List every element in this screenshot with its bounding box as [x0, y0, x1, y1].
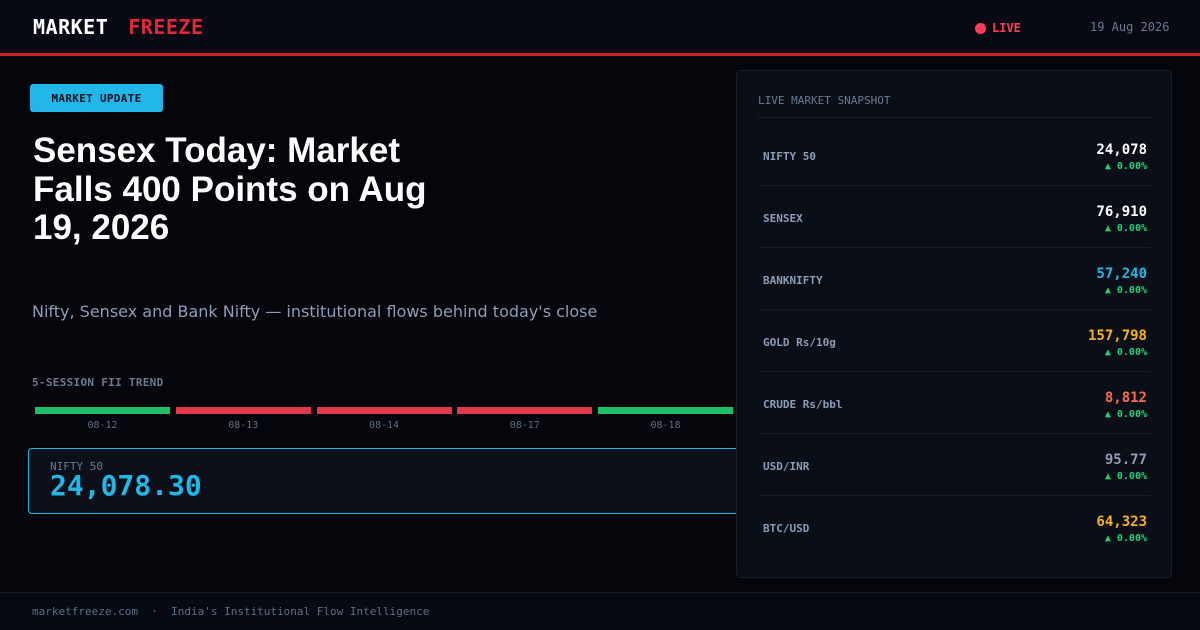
footer: marketfreeze.com · India's Institutional…	[0, 592, 1200, 630]
snapshot-row-value: 24,078	[1096, 142, 1147, 158]
snapshot-row[interactable]: BANKNIFTY 57,240 ▲ 0.00%	[758, 248, 1151, 310]
snapshot-row-change: ▲ 0.00%	[1104, 347, 1147, 358]
snapshot-divider	[758, 117, 1151, 118]
snapshot-row-name: GOLD Rs/10g	[763, 336, 836, 349]
snapshot-row-change: ▲ 0.00%	[1104, 223, 1147, 234]
trend-session-label: 08-18	[650, 420, 681, 431]
trend-session-label: 08-13	[228, 420, 259, 431]
page-subtitle: Nifty, Sensex and Bank Nifty — instituti…	[32, 302, 598, 321]
snapshot-row-value: 95.77	[1104, 452, 1147, 468]
live-label: LIVE	[992, 21, 1021, 35]
snapshot-row-change: ▲ 0.00%	[1104, 409, 1147, 420]
brand-word-freeze: FREEZE	[128, 15, 204, 39]
trend-bar-up	[35, 407, 170, 414]
page-title: Sensex Today: Market Falls 400 Points on…	[33, 131, 427, 247]
market-update-badge: MARKET UPDATE	[30, 84, 163, 112]
snapshot-row-name: NIFTY 50	[763, 150, 816, 163]
snapshot-row[interactable]: GOLD Rs/10g 157,798 ▲ 0.00%	[758, 310, 1151, 372]
trend-bar-down	[457, 407, 593, 414]
brand-logo[interactable]: MARKET FREEZE	[33, 15, 204, 39]
snapshot-row-change: ▲ 0.00%	[1104, 471, 1147, 482]
nifty-highlight-value: 24,078.30	[50, 469, 202, 502]
header-date: 19 Aug 2026	[1090, 20, 1170, 34]
snapshot-row-change: ▲ 0.00%	[1104, 533, 1147, 544]
snapshot-row-change: ▲ 0.00%	[1104, 285, 1147, 296]
snapshot-row-name: CRUDE Rs/bbl	[763, 398, 843, 411]
snapshot-row-name: SENSEX	[763, 212, 803, 225]
live-indicator: LIVE	[975, 21, 1021, 35]
trend-bar-down	[316, 407, 452, 414]
snapshot-row-value: 64,323	[1096, 514, 1147, 530]
fii-trend-title: 5-SESSION FII TREND	[32, 376, 164, 389]
live-dot-icon	[975, 22, 986, 34]
snapshot-row-value: 76,910	[1096, 204, 1147, 220]
trend-session-label: 08-14	[368, 420, 400, 431]
snapshot-row[interactable]: USD/INR 95.77 ▲ 0.00%	[758, 434, 1151, 496]
trend-bar-up	[598, 407, 733, 414]
footer-site-link[interactable]: marketfreeze.com	[32, 605, 138, 618]
snapshot-row-name: BTC/USD	[763, 522, 810, 535]
trend-bar-down	[175, 407, 311, 414]
snapshot-title: LIVE MARKET SNAPSHOT	[758, 94, 891, 107]
market-snapshot-panel: LIVE MARKET SNAPSHOT NIFTY 50 24,078 ▲ 0.0…	[736, 70, 1172, 578]
snapshot-row-value: 8,812	[1104, 390, 1147, 406]
snapshot-row[interactable]: SENSEX 76,910 ▲ 0.00%	[758, 186, 1151, 248]
footer-text: marketfreeze.com · India's Institutional…	[32, 605, 429, 618]
footer-tagline: India's Institutional Flow Intelligence	[171, 605, 430, 618]
snapshot-row[interactable]: NIFTY 50 24,078 ▲ 0.00%	[758, 124, 1151, 186]
trend-session-label: 08-12	[87, 420, 118, 431]
snapshot-row-value: 157,798	[1087, 328, 1147, 344]
trend-session-label: 08-17	[509, 420, 540, 431]
nifty-highlight-box: NIFTY 50 24,078.30	[28, 448, 745, 514]
snapshot-row[interactable]: BTC/USD 64,323 ▲ 0.00%	[758, 496, 1151, 558]
top-bar: MARKET FREEZE LIVE 19 Aug 2026	[0, 0, 1200, 56]
snapshot-row-value: 57,240	[1096, 266, 1147, 282]
snapshot-row-change: ▲ 0.00%	[1104, 161, 1147, 172]
snapshot-row[interactable]: CRUDE Rs/bbl 8,812 ▲ 0.00%	[758, 372, 1151, 434]
footer-separator: ·	[151, 605, 158, 618]
snapshot-row-name: BANKNIFTY	[763, 274, 823, 287]
snapshot-row-name: USD/INR	[763, 460, 810, 473]
brand-word-market: MARKET	[33, 15, 109, 39]
